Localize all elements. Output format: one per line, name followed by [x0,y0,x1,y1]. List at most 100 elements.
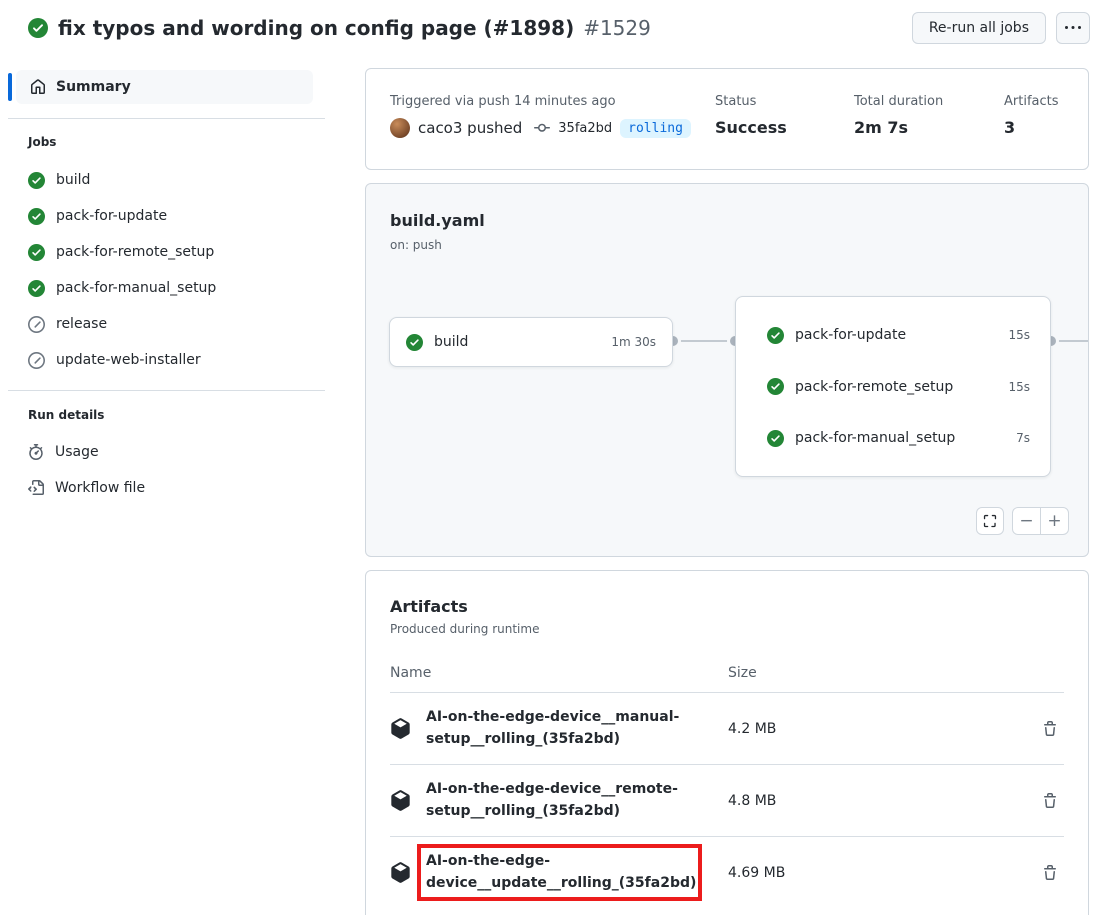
graph-node-duration: 7s [1016,431,1030,445]
graph-node-label: pack-for-update [795,327,997,343]
active-nav-accent-bar [8,73,12,101]
artifact-size: 4.69 MB [728,865,1030,881]
artifact-row: AI-on-the-edge-device__remote-setup__rol… [390,765,1064,837]
graph-node-duration: 15s [1008,328,1030,342]
artifacts-card: Artifacts Produced during runtime Name S… [365,570,1089,915]
workflow-trigger: on: push [390,238,442,252]
job-skipped-icon [28,316,45,333]
duration-label: Total duration [854,94,1004,109]
delete-artifact-button[interactable] [1042,721,1058,737]
sidebar-job-release[interactable]: release [0,306,340,342]
artifacts-table: Name Size AI-on-the-edge-device__manual-… [390,654,1064,908]
job-success-icon [28,244,45,261]
run-details-list: Usage Workflow file [0,434,340,506]
fullscreen-button[interactable] [976,507,1004,535]
connector-line [1051,340,1089,342]
sidebar-job-pack-for-update[interactable]: pack-for-update [0,198,340,234]
screen-full-icon [983,514,997,528]
graph-node-duration: 15s [1008,380,1030,394]
jobs-list: build pack-for-update pack-for-remote_se… [0,162,340,378]
duration-value: 2m 7s [854,118,1004,137]
job-label: pack-for-remote_setup [56,244,214,260]
sidebar-item-workflow-file[interactable]: Workflow file [0,470,340,506]
artifact-row-highlighted: AI-on-the-edge-device__update__rolling_(… [390,837,1064,908]
run-summary-card: Triggered via push 14 minutes ago caco3 … [365,68,1089,170]
job-label: pack-for-update [56,208,167,224]
page-title: fix typos and wording on config page (#1… [58,16,651,40]
actor-pushed-link[interactable]: caco3 pushed [418,119,522,137]
sidebar-job-build[interactable]: build [0,162,340,198]
job-success-icon [767,327,784,344]
job-label: update-web-installer [56,352,201,368]
artifact-size: 4.8 MB [728,793,1030,809]
artifacts-table-header: Name Size [390,654,1064,693]
package-icon [390,862,411,883]
job-success-icon [767,430,784,447]
sidebar-divider [8,118,325,119]
graph-node-build[interactable]: build 1m 30s [389,317,673,367]
zoom-controls: − + [1012,507,1069,535]
jobs-heading: Jobs [28,135,56,149]
connector-line [673,340,735,342]
sidebar-divider [8,390,325,391]
sidebar-job-pack-for-manual-setup[interactable]: pack-for-manual_setup [0,270,340,306]
graph-node-pack-for-manual-setup[interactable]: pack-for-manual_setup 7s [736,414,1050,462]
job-success-icon [28,172,45,189]
sidebar-item-summary[interactable]: Summary [16,70,313,104]
status-label: Status [715,94,854,109]
package-icon [390,790,411,811]
column-header-size: Size [728,665,1030,681]
sidebar-item-usage[interactable]: Usage [0,434,340,470]
run-title-wrap: fix typos and wording on config page (#1… [28,16,912,40]
sidebar-job-update-web-installer[interactable]: update-web-installer [0,342,340,378]
job-success-icon [28,280,45,297]
delete-artifact-button[interactable] [1042,793,1058,809]
kebab-horizontal-icon [1065,20,1081,36]
stopwatch-icon [28,444,44,460]
home-icon [30,79,46,95]
trigger-text: Triggered via push 14 minutes ago [390,94,715,109]
trash-icon [1042,865,1058,881]
workflow-run-page: fix typos and wording on config page (#1… [0,0,1098,915]
artifact-size: 4.2 MB [728,721,1030,737]
job-success-icon [406,334,423,351]
job-label: release [56,316,107,332]
graph-group-pack-jobs: pack-for-update 15s pack-for-remote_setu… [735,296,1051,477]
job-label: build [56,172,90,188]
zoom-in-button[interactable]: + [1041,508,1068,534]
sidebar-job-pack-for-remote-setup[interactable]: pack-for-remote_setup [0,234,340,270]
artifacts-label: Artifacts [1004,94,1064,109]
job-skipped-icon [28,352,45,369]
commit-row: caco3 pushed 35fa2bd rolling [390,118,715,138]
avatar[interactable] [390,118,410,138]
job-success-icon [28,208,45,225]
run-detail-label: Workflow file [55,480,145,496]
more-options-button[interactable] [1056,12,1090,44]
artifact-row: AI-on-the-edge-device__manual-setup__rol… [390,693,1064,765]
header-actions: Re-run all jobs [912,12,1090,44]
graph-node-pack-for-remote-setup[interactable]: pack-for-remote_setup 15s [736,363,1050,411]
file-code-icon [28,480,44,496]
workflow-file-name: build.yaml [390,211,485,230]
job-label: pack-for-manual_setup [56,280,216,296]
trash-icon [1042,793,1058,809]
column-header-name: Name [390,665,728,681]
git-commit-icon [534,120,550,136]
summary-label: Summary [56,79,131,95]
artifact-name-link[interactable]: AI-on-the-edge-device__manual-setup__rol… [426,707,696,750]
artifacts-title: Artifacts [390,597,1064,616]
artifact-name-link[interactable]: AI-on-the-edge-device__update__rolling_(… [426,851,696,894]
run-detail-label: Usage [55,444,99,460]
package-icon [390,718,411,739]
graph-node-label: pack-for-remote_setup [795,379,997,395]
commit-sha-link[interactable]: 35fa2bd [558,121,612,136]
delete-artifact-button[interactable] [1042,865,1058,881]
run-number: #1529 [583,16,651,40]
artifact-name-link[interactable]: AI-on-the-edge-device__remote-setup__rol… [426,779,696,822]
rerun-all-jobs-button[interactable]: Re-run all jobs [912,12,1046,44]
branch-badge[interactable]: rolling [620,119,691,138]
job-success-icon [767,378,784,395]
graph-node-pack-for-update[interactable]: pack-for-update 15s [736,311,1050,359]
run-details-heading: Run details [28,408,104,422]
zoom-out-button[interactable]: − [1013,508,1041,534]
